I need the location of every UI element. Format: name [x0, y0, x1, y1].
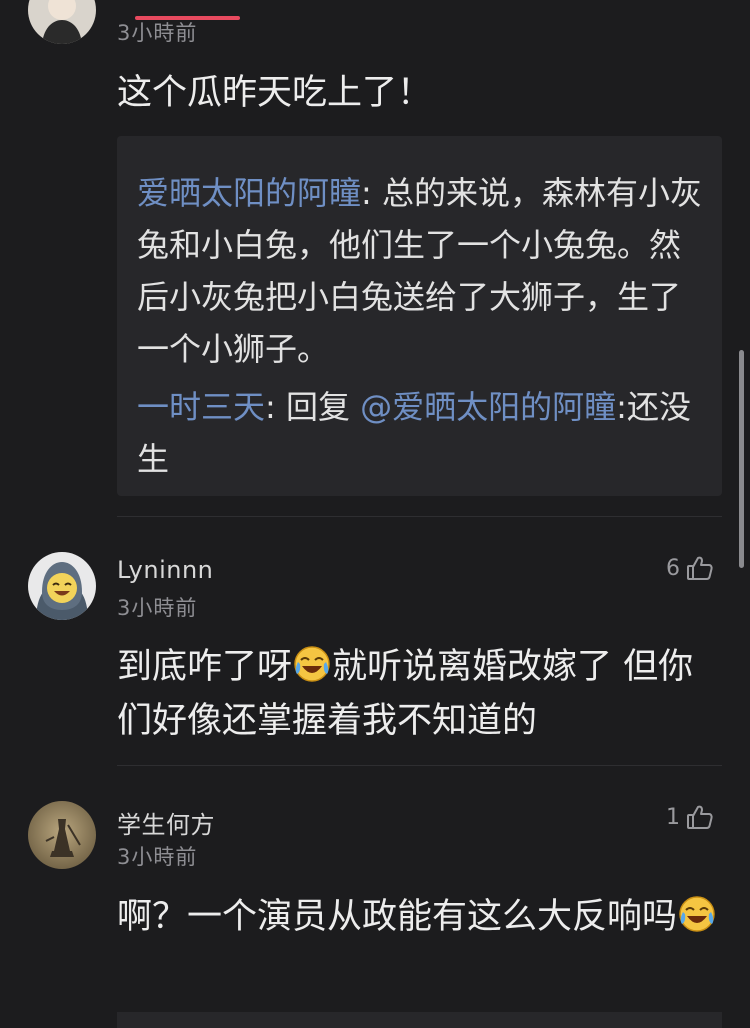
reply-item: 一时三天: 回复 @爱晒太阳的阿瞳:还没生	[137, 388, 691, 478]
comment-text[interactable]: 这个瓜昨天吃上了！	[117, 66, 727, 120]
reply-preview-box[interactable]: 爱晒太阳的阿瞳: 总的来说，森林有小灰兔和小白兔，他们生了一个小兔兔。然后小灰兔…	[117, 136, 722, 496]
comment-time: 3小時前	[117, 596, 198, 620]
comment-time: 3小時前	[117, 845, 198, 869]
comment-text[interactable]: 到底咋了呀 就听说离婚改嫁了 但你们好像还掌握着我不知道的	[117, 640, 727, 748]
comment-text[interactable]: 啊？一个演员从政能有这么大反响吗	[117, 890, 727, 944]
username[interactable]: Lyninnn	[117, 556, 213, 584]
scrollbar[interactable]	[739, 350, 744, 568]
reply-author-link[interactable]: 爱晒太阳的阿瞳	[137, 174, 361, 212]
like-button[interactable]: 6	[666, 551, 714, 585]
laughing-crying-emoji-icon	[292, 644, 332, 684]
like-count: 1	[666, 804, 680, 830]
thumbs-up-icon	[686, 554, 714, 582]
avatar[interactable]	[28, 0, 96, 44]
laughing-crying-emoji-icon	[677, 894, 717, 934]
username[interactable]: 学生何方	[117, 805, 215, 840]
reply-preview-box[interactable]	[117, 1012, 722, 1028]
avatar[interactable]	[28, 801, 96, 869]
like-button[interactable]: 1	[666, 800, 714, 834]
comment-time: 3小時前	[117, 21, 198, 45]
reply-author-link[interactable]: 一时三天	[137, 388, 265, 426]
divider	[117, 516, 722, 517]
divider	[117, 765, 722, 766]
mention-link[interactable]: @爱晒太阳的阿瞳	[360, 388, 616, 426]
like-count: 6	[666, 555, 680, 581]
reply-item: 爱晒太阳的阿瞳: 总的来说，森林有小灰兔和小白兔，他们生了一个小兔兔。然后小灰兔…	[137, 174, 702, 368]
avatar[interactable]	[28, 552, 96, 620]
thumbs-up-icon	[686, 803, 714, 831]
